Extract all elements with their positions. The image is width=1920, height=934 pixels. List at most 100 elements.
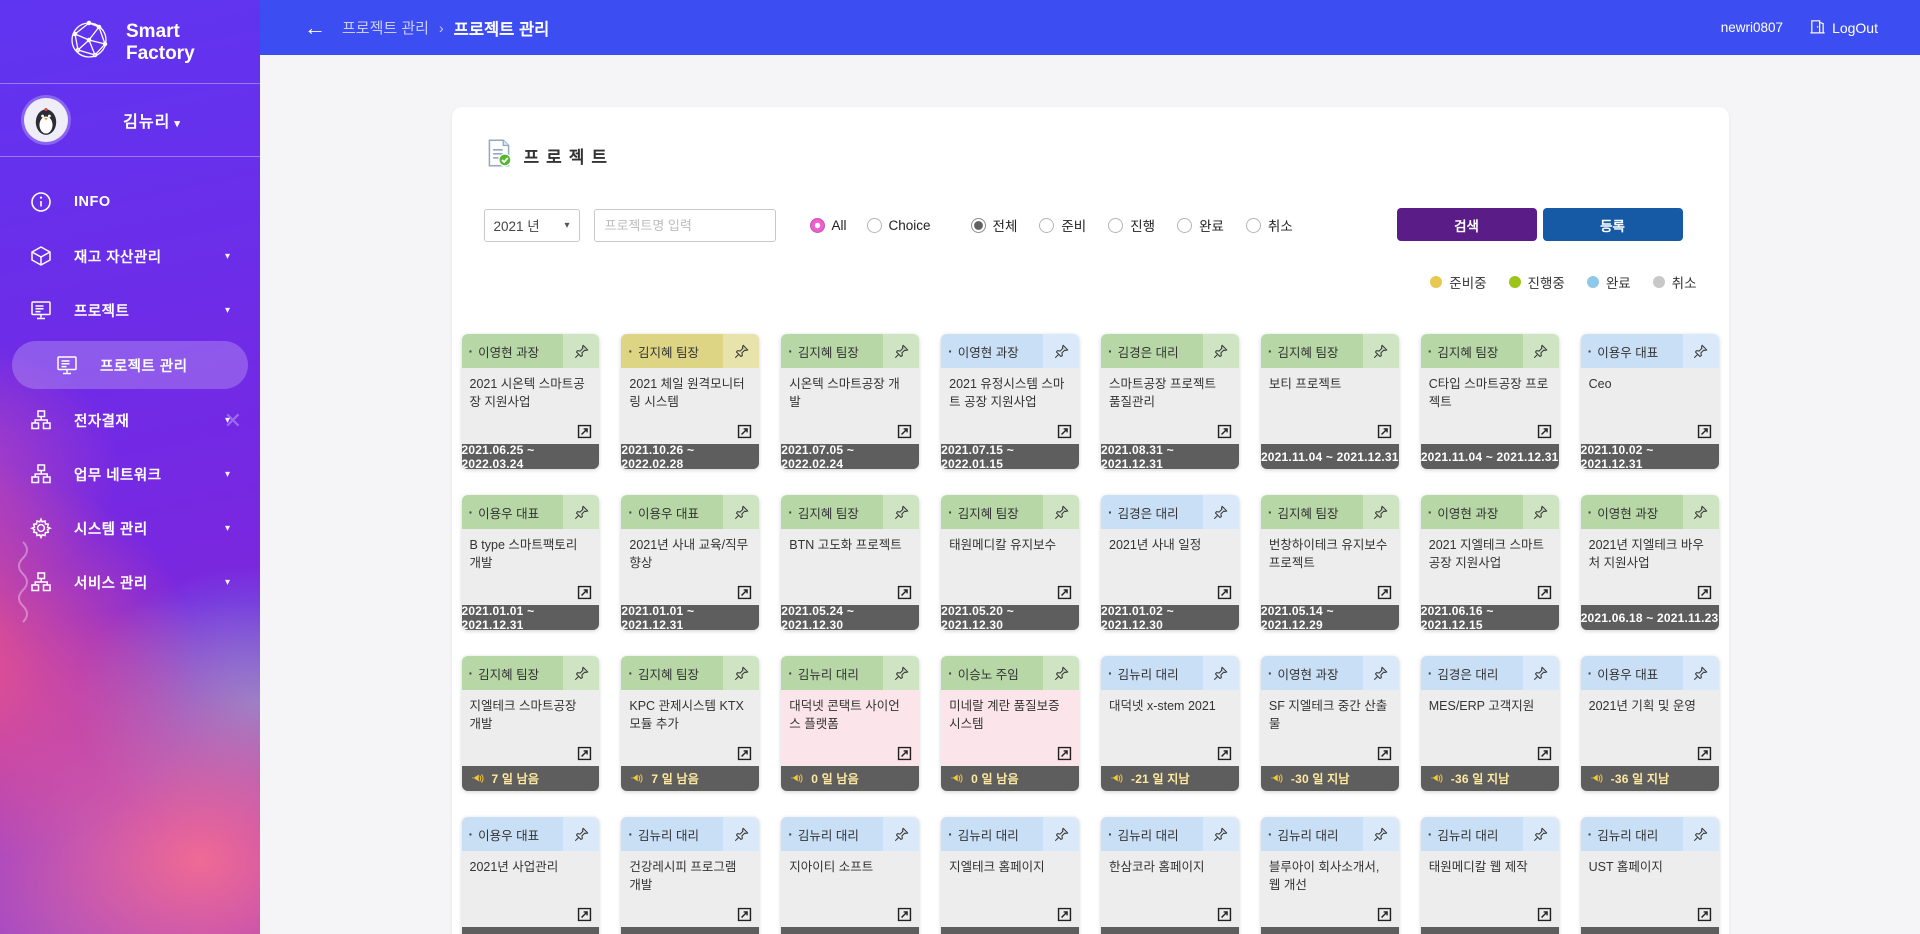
pin-icon[interactable] <box>1043 334 1079 368</box>
pin-icon[interactable] <box>1523 334 1559 368</box>
sidebar-item-work-network[interactable]: 업무 네트워크 ▾ <box>0 447 260 501</box>
expand-icon[interactable] <box>1696 584 1713 601</box>
sidebar-item-info[interactable]: INFO ▾ <box>0 175 260 229</box>
expand-icon[interactable] <box>896 584 913 601</box>
project-card[interactable]: · 이영현 과장 2021 시온텍 스마트공장 지원사업 2021.06.25 … <box>462 334 600 469</box>
pin-icon[interactable] <box>723 817 759 851</box>
pin-icon[interactable] <box>1203 656 1239 690</box>
expand-icon[interactable] <box>1216 906 1233 923</box>
pin-icon[interactable] <box>883 656 919 690</box>
pin-icon[interactable] <box>1523 817 1559 851</box>
project-card[interactable]: · 김지혜 팀장 KPC 관제시스템 KTX 모듈 추가 7 일 남음 <box>621 656 759 791</box>
expand-icon[interactable] <box>1056 423 1073 440</box>
project-card[interactable]: · 이용우 대표 2021년 기획 및 운영 -36 일 지남 <box>1581 656 1719 791</box>
project-card[interactable]: · 이영현 과장 SF 지엘테크 중간 산출물 -30 일 지남 <box>1261 656 1399 791</box>
expand-icon[interactable] <box>576 745 593 762</box>
project-card[interactable]: · 김지혜 팀장 번창하이테크 유지보수 프로젝트 2021.05.14 ~ 2… <box>1261 495 1399 630</box>
project-card[interactable]: · 김뉴리 대리 UST 홈페이지 <box>1581 817 1719 934</box>
search-button[interactable]: 검색 <box>1397 208 1537 241</box>
expand-icon[interactable] <box>1696 745 1713 762</box>
expand-icon[interactable] <box>1376 584 1393 601</box>
sidebar-item-inventory[interactable]: 재고 자산관리 ▾ <box>0 229 260 283</box>
expand-icon[interactable] <box>736 745 753 762</box>
pin-icon[interactable] <box>1363 334 1399 368</box>
pin-icon[interactable] <box>563 495 599 529</box>
user-row[interactable]: 김뉴리▾ <box>0 84 260 156</box>
pin-icon[interactable] <box>1683 334 1719 368</box>
pin-icon[interactable] <box>1363 656 1399 690</box>
expand-icon[interactable] <box>1216 423 1233 440</box>
project-card[interactable]: · 이용우 대표 Ceo 2021.10.02 ~ 2021.12.31 <box>1581 334 1719 469</box>
project-card[interactable]: · 김뉴리 대리 블루아이 회사소개서, 웹 개선 <box>1261 817 1399 934</box>
user-name[interactable]: 김뉴리▾ <box>68 108 236 132</box>
pin-icon[interactable] <box>723 495 759 529</box>
project-card[interactable]: · 김지혜 팀장 태원메디칼 유지보수 2021.05.20 ~ 2021.12… <box>941 495 1079 630</box>
project-card[interactable]: · 김뉴리 대리 태원메디칼 웹 제작 <box>1421 817 1559 934</box>
breadcrumb-parent[interactable]: 프로젝트 관리 <box>342 17 429 38</box>
pin-icon[interactable] <box>1683 656 1719 690</box>
project-card[interactable]: · 김뉴리 대리 대덕넷 x-stem 2021 -21 일 지남 <box>1101 656 1239 791</box>
expand-icon[interactable] <box>1696 906 1713 923</box>
content-area[interactable]: 프로젝트 2021 년 ▾ All Choice 전체 준비 진행 <box>260 55 1920 934</box>
radio-option[interactable]: 준비 <box>1039 215 1086 235</box>
expand-icon[interactable] <box>1056 584 1073 601</box>
expand-icon[interactable] <box>1216 745 1233 762</box>
pin-icon[interactable] <box>1523 656 1559 690</box>
expand-icon[interactable] <box>896 423 913 440</box>
project-card[interactable]: · 김지혜 팀장 BTN 고도화 프로젝트 2021.05.24 ~ 2021.… <box>781 495 919 630</box>
expand-icon[interactable] <box>576 584 593 601</box>
project-card[interactable]: · 이용우 대표 2021년 사업관리 <box>462 817 600 934</box>
pin-icon[interactable] <box>1043 817 1079 851</box>
project-card[interactable]: · 김지혜 팀장 지엘테크 스마트공장 개발 7 일 남음 <box>462 656 600 791</box>
expand-icon[interactable] <box>576 906 593 923</box>
project-card[interactable]: · 김지혜 팀장 C타입 스마트공장 프로젝트 2021.11.04 ~ 202… <box>1421 334 1559 469</box>
pin-icon[interactable] <box>883 334 919 368</box>
radio-option[interactable]: 취소 <box>1246 215 1293 235</box>
pin-icon[interactable] <box>563 334 599 368</box>
expand-icon[interactable] <box>576 423 593 440</box>
back-arrow-icon[interactable]: ← <box>304 17 326 39</box>
pin-icon[interactable] <box>1203 495 1239 529</box>
project-card[interactable]: · 이영현 과장 2021 유정시스템 스마트 공장 지원사업 2021.07.… <box>941 334 1079 469</box>
expand-icon[interactable] <box>1536 584 1553 601</box>
expand-icon[interactable] <box>1216 584 1233 601</box>
project-card[interactable]: · 김뉴리 대리 건강레시피 프로그램 개발 <box>621 817 759 934</box>
expand-icon[interactable] <box>736 423 753 440</box>
pin-icon[interactable] <box>883 817 919 851</box>
project-card[interactable]: · 김경은 대리 MES/ERP 고객지원 -36 일 지남 <box>1421 656 1559 791</box>
project-card[interactable]: · 김뉴리 대리 지엘테크 홈페이지 <box>941 817 1079 934</box>
expand-icon[interactable] <box>736 584 753 601</box>
pin-icon[interactable] <box>1363 495 1399 529</box>
project-card[interactable]: · 김지혜 팀장 시온텍 스마트공장 개발 2021.07.05 ~ 2022.… <box>781 334 919 469</box>
expand-icon[interactable] <box>896 906 913 923</box>
pin-icon[interactable] <box>1203 334 1239 368</box>
pin-icon[interactable] <box>1683 817 1719 851</box>
project-card[interactable]: · 김경은 대리 2021년 사내 일정 2021.01.02 ~ 2021.1… <box>1101 495 1239 630</box>
project-card[interactable]: · 이용우 대표 2021년 사내 교육/직무 향상 2021.01.01 ~ … <box>621 495 759 630</box>
expand-icon[interactable] <box>1536 906 1553 923</box>
sidebar-item-system-manage[interactable]: 시스템 관리 ▾ <box>0 501 260 555</box>
radio-option[interactable]: Choice <box>867 218 931 233</box>
radio-option[interactable]: 완료 <box>1177 215 1224 235</box>
pin-icon[interactable] <box>723 334 759 368</box>
project-card[interactable]: · 김지혜 팀장 보티 프로젝트 2021.11.04 ~ 2021.12.31 <box>1261 334 1399 469</box>
project-card[interactable]: · 김지혜 팀장 2021 체일 원격모니터링 시스템 2021.10.26 ~… <box>621 334 759 469</box>
pin-icon[interactable] <box>1043 656 1079 690</box>
project-card[interactable]: · 김뉴리 대리 지아이티 소프트 <box>781 817 919 934</box>
expand-icon[interactable] <box>1376 423 1393 440</box>
pin-icon[interactable] <box>563 656 599 690</box>
project-card[interactable]: · 김뉴리 대리 한삼코라 홈페이지 <box>1101 817 1239 934</box>
logout-button[interactable]: LogOut <box>1809 18 1878 38</box>
expand-icon[interactable] <box>1056 906 1073 923</box>
sidebar-item-approval[interactable]: 전자결재 ▾ <box>0 393 260 447</box>
pin-icon[interactable] <box>1523 495 1559 529</box>
expand-icon[interactable] <box>1056 745 1073 762</box>
pin-icon[interactable] <box>1043 495 1079 529</box>
expand-icon[interactable] <box>736 906 753 923</box>
sidebar-item-service-manage[interactable]: 서비스 관리 ▾ <box>0 555 260 609</box>
project-card[interactable]: · 이영현 과장 2021 지엘테크 스마트공장 지원사업 2021.06.16… <box>1421 495 1559 630</box>
radio-option[interactable]: 진행 <box>1108 215 1155 235</box>
pin-icon[interactable] <box>1203 817 1239 851</box>
pin-icon[interactable] <box>1363 817 1399 851</box>
expand-icon[interactable] <box>1536 745 1553 762</box>
